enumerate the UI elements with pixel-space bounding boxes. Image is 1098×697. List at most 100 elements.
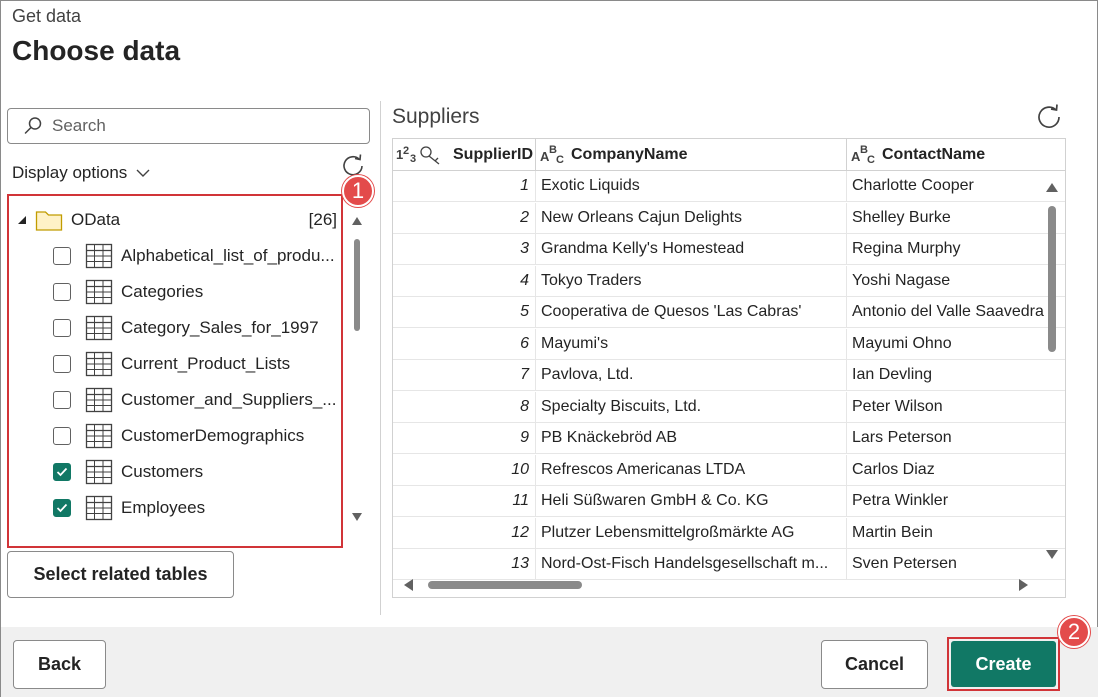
search-input[interactable] [52,116,352,136]
tree-item[interactable]: Customer_and_Suppliers_... [9,382,341,418]
grid-horizontal-scrollbar[interactable] [400,576,1032,594]
svg-text:3: 3 [410,153,416,165]
table-cell: Petra Winkler [847,486,1065,516]
search-box[interactable] [7,108,370,144]
tree-item-checkbox[interactable] [53,499,71,517]
tree-item-label: Alphabetical_list_of_produ... [121,246,335,265]
table-row: 8 Specialty Biscuits, Ltd. Peter Wilson [393,391,1065,423]
tree-root-odata[interactable]: OData [26] [9,202,341,238]
table-cell: 2 [393,202,536,233]
column-header-companyname[interactable]: A B C CompanyName [536,139,847,171]
table-cell: Ian Devling [847,360,1065,390]
preview-grid: 1 2 3 SupplierID A B C CompanyName A B C [392,138,1066,598]
table-cell: 11 [393,486,536,517]
table-cell: Cooperativa de Quesos 'Las Cabras' [536,297,847,328]
svg-text:C: C [867,154,875,166]
table-cell: 5 [393,297,536,328]
tree-item[interactable]: Categories [9,274,341,310]
grid-header-row: 1 2 3 SupplierID A B C CompanyName A B C [393,139,1065,171]
table-cell: 4 [393,265,536,296]
table-cell: Plutzer Lebensmittelgroßmärkte AG [536,517,847,548]
preview-title: Suppliers [392,105,480,128]
column-header-supplierid[interactable]: 1 2 3 SupplierID [393,139,536,171]
tree-item-checkbox[interactable] [53,427,71,445]
table-cell: 7 [393,360,536,391]
table-cell: PB Knäckebröd AB [536,423,847,454]
dialog-title: Choose data [12,35,181,66]
table-cell: Mayumi's [536,328,847,359]
cancel-button[interactable]: Cancel [821,640,928,689]
table-row: 11 Heli Süßwaren GmbH & Co. KG Petra Winkl… [393,486,1065,518]
tree-item-checkbox[interactable] [53,391,71,409]
table-row: 3 Grandma Kelly's Homestead Regina Murphy [393,234,1065,266]
tree-item[interactable]: CustomerDemographics [9,418,341,454]
table-cell: 13 [393,549,536,580]
display-options-dropdown[interactable]: Display options [12,163,151,183]
table-row: 1 Exotic Liquids Charlotte Cooper [393,171,1065,203]
table-icon [85,459,113,485]
checkmark-icon [56,503,68,513]
text-type-icon: A B C [540,144,564,166]
table-cell: New Orleans Cajun Delights [536,202,847,233]
display-options-label: Display options [12,163,128,182]
tree-item[interactable]: Alphabetical_list_of_produ... [9,238,341,274]
tree-item[interactable]: Category_Sales_for_1997 [9,310,341,346]
tree-item[interactable]: Current_Product_Lists [9,346,341,382]
column-name: ContactName [882,146,986,163]
panel-divider [380,101,381,615]
table-icon [85,423,113,449]
table-row: 4 Tokyo Traders Yoshi Nagase [393,265,1065,297]
tree-item-checkbox[interactable] [53,319,71,337]
table-cell: Refrescos Americanas LTDA [536,454,847,485]
table-cell: 3 [393,234,536,265]
text-type-icon: A B C [851,144,875,166]
tree-item-checkbox[interactable] [53,355,71,373]
dialog-footer [1,627,1098,697]
table-cell: Antonio del Valle Saavedra [847,297,1065,327]
table-icon [85,387,113,413]
table-row: 7 Pavlova, Ltd. Ian Devling [393,360,1065,392]
column-header-contactname[interactable]: A B C ContactName [847,139,1065,171]
grid-vertical-scrollbar[interactable] [1044,176,1060,566]
table-cell: Regina Murphy [847,234,1065,264]
table-cell: 12 [393,517,536,548]
tree-item-label: Current_Product_Lists [121,354,291,373]
caret-expanded-icon[interactable] [17,215,27,225]
tree-item-label: Customers [121,462,204,481]
step-badge-1: 1 [342,175,374,207]
tree-item-label: CustomerDemographics [121,426,305,445]
table-cell: Nord-Ost-Fisch Handelsgesellschaft m... [536,549,847,580]
table-cell: Exotic Liquids [536,171,847,202]
table-cell: Tokyo Traders [536,265,847,296]
table-cell: Specialty Biscuits, Ltd. [536,391,847,422]
table-cell: 8 [393,391,536,422]
table-icon [85,243,113,269]
table-cell: Charlotte Cooper [847,171,1065,201]
table-row: 2 New Orleans Cajun Delights Shelley Burke [393,202,1065,234]
select-related-tables-button[interactable]: Select related tables [7,551,234,598]
tree-item-label: Customer_and_Suppliers_... [121,390,337,409]
refresh-preview-icon[interactable] [1035,103,1063,131]
tree-root-count: [26] [308,210,337,229]
tree-item-checkbox[interactable] [53,283,71,301]
table-cell: Shelley Burke [847,203,1065,233]
table-row: 5 Cooperativa de Quesos 'Las Cabras' Anton… [393,297,1065,329]
folder-icon [35,211,63,231]
tree-item[interactable]: Employees [9,490,341,526]
tree-scrollbar[interactable] [351,213,363,525]
tree-item-checkbox[interactable] [53,463,71,481]
number-key-type-icon: 1 2 3 [396,145,440,165]
tree-item-checkbox[interactable] [53,247,71,265]
table-icon [85,495,113,521]
table-cell: 6 [393,328,536,359]
table-icon [85,315,113,341]
back-button[interactable]: Back [13,640,106,689]
column-name: SupplierID [453,146,534,163]
svg-text:C: C [556,154,564,166]
table-cell: 10 [393,454,536,485]
table-cell: Pavlova, Ltd. [536,360,847,391]
create-button[interactable]: Create [951,641,1056,687]
table-cell: Yoshi Nagase [847,266,1065,296]
tree-item[interactable]: Customers [9,454,341,490]
table-row: 12 Plutzer Lebensmittelgroßmärkte AG Marti… [393,517,1065,549]
